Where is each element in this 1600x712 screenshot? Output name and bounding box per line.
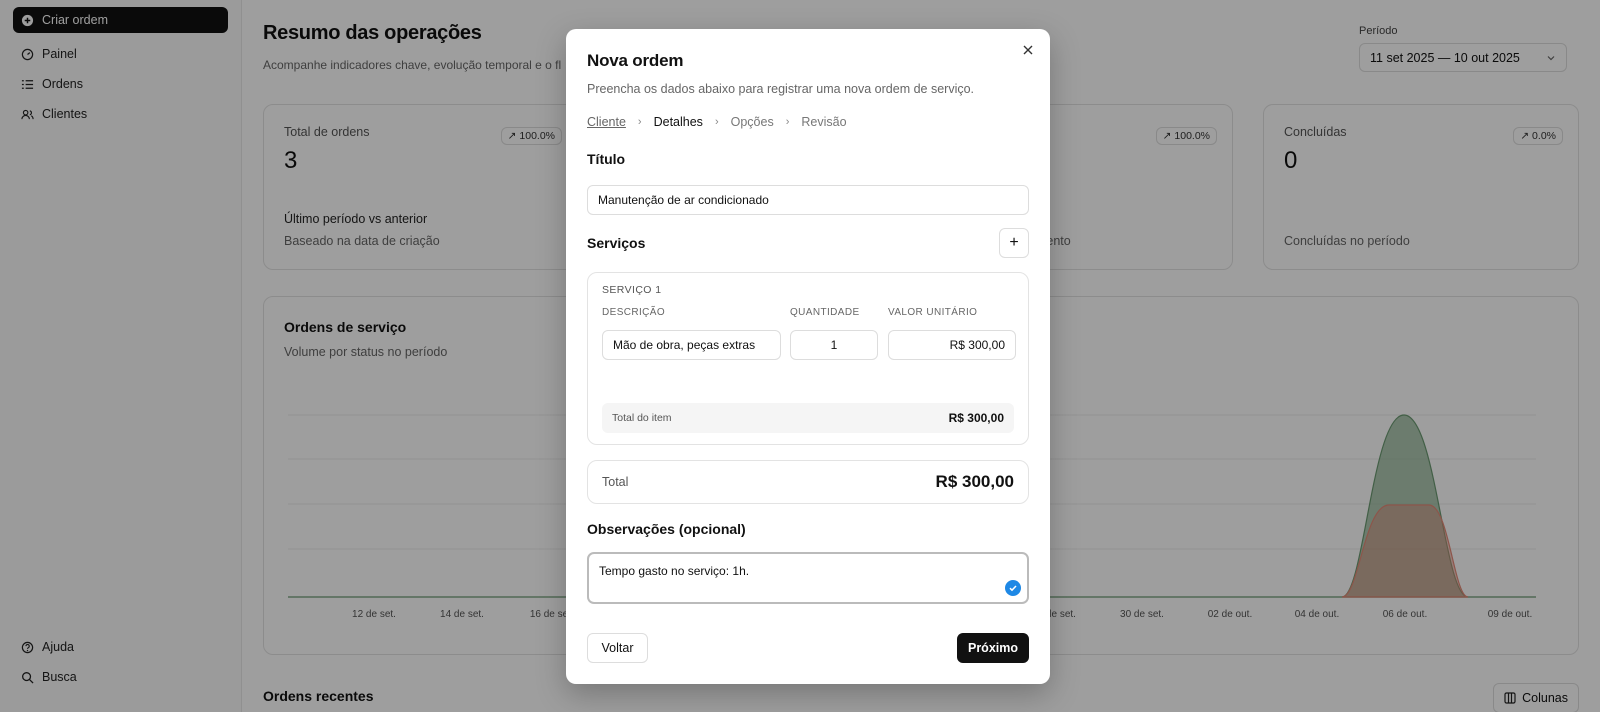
- notes-textarea[interactable]: Tempo gasto no serviço: 1h.: [587, 552, 1029, 604]
- service-item-card: SERVIÇO 1 DESCRIÇÃO QUANTIDADE VALOR UNI…: [587, 272, 1029, 445]
- notes-label: Observações (opcional): [587, 521, 746, 537]
- item-total-label: Total do item: [612, 412, 672, 424]
- chevron-right-icon: ›: [714, 116, 719, 128]
- check-icon: [1005, 580, 1021, 596]
- close-icon[interactable]: [1020, 42, 1036, 58]
- col-quantity-header: QUANTIDADE: [790, 307, 860, 318]
- dialog-title: Nova ordem: [587, 51, 684, 70]
- dialog-description: Preencha os dados abaixo para registrar …: [587, 82, 975, 96]
- service-quantity-input[interactable]: 1: [790, 330, 878, 360]
- back-button[interactable]: Voltar: [587, 633, 648, 663]
- step-opcoes: Opções: [730, 115, 774, 129]
- order-total-box: Total R$ 300,00: [587, 460, 1029, 504]
- item-total-value: R$ 300,00: [948, 411, 1004, 425]
- col-description-header: DESCRIÇÃO: [602, 307, 666, 318]
- service-unit-price-input[interactable]: R$ 300,00: [888, 330, 1016, 360]
- stepper: Cliente › Detalhes › Opções › Revisão: [587, 115, 847, 129]
- item-total-row: Total do item R$ 300,00: [602, 403, 1014, 433]
- title-field-label: Título: [587, 151, 626, 167]
- new-order-dialog: Nova ordem Preencha os dados abaixo para…: [566, 29, 1050, 684]
- services-label: Serviços: [587, 235, 646, 251]
- service-unit-price-value: R$ 300,00: [949, 338, 1005, 352]
- step-cliente[interactable]: Cliente: [587, 115, 626, 129]
- service-description-input[interactable]: Mão de obra, peças extras: [602, 330, 781, 360]
- plus-icon: +: [1009, 234, 1019, 251]
- col-unit-price-header: VALOR UNITÁRIO: [888, 307, 978, 318]
- add-service-button[interactable]: +: [999, 228, 1029, 258]
- next-button[interactable]: Próximo: [957, 633, 1029, 663]
- service-description-value: Mão de obra, peças extras: [613, 338, 756, 352]
- service-heading: SERVIÇO 1: [602, 284, 662, 296]
- order-total-value: R$ 300,00: [935, 472, 1014, 491]
- service-quantity-value: 1: [830, 338, 838, 352]
- step-detalhes: Detalhes: [653, 115, 703, 129]
- order-total-label: Total: [602, 475, 629, 489]
- step-revisao: Revisão: [801, 115, 847, 129]
- chevron-right-icon: ›: [785, 116, 790, 128]
- title-input-value: Manutenção de ar condicionado: [598, 193, 769, 207]
- chevron-right-icon: ›: [637, 116, 642, 128]
- title-input[interactable]: Manutenção de ar condicionado: [587, 185, 1029, 215]
- notes-value: Tempo gasto no serviço: 1h.: [599, 564, 750, 578]
